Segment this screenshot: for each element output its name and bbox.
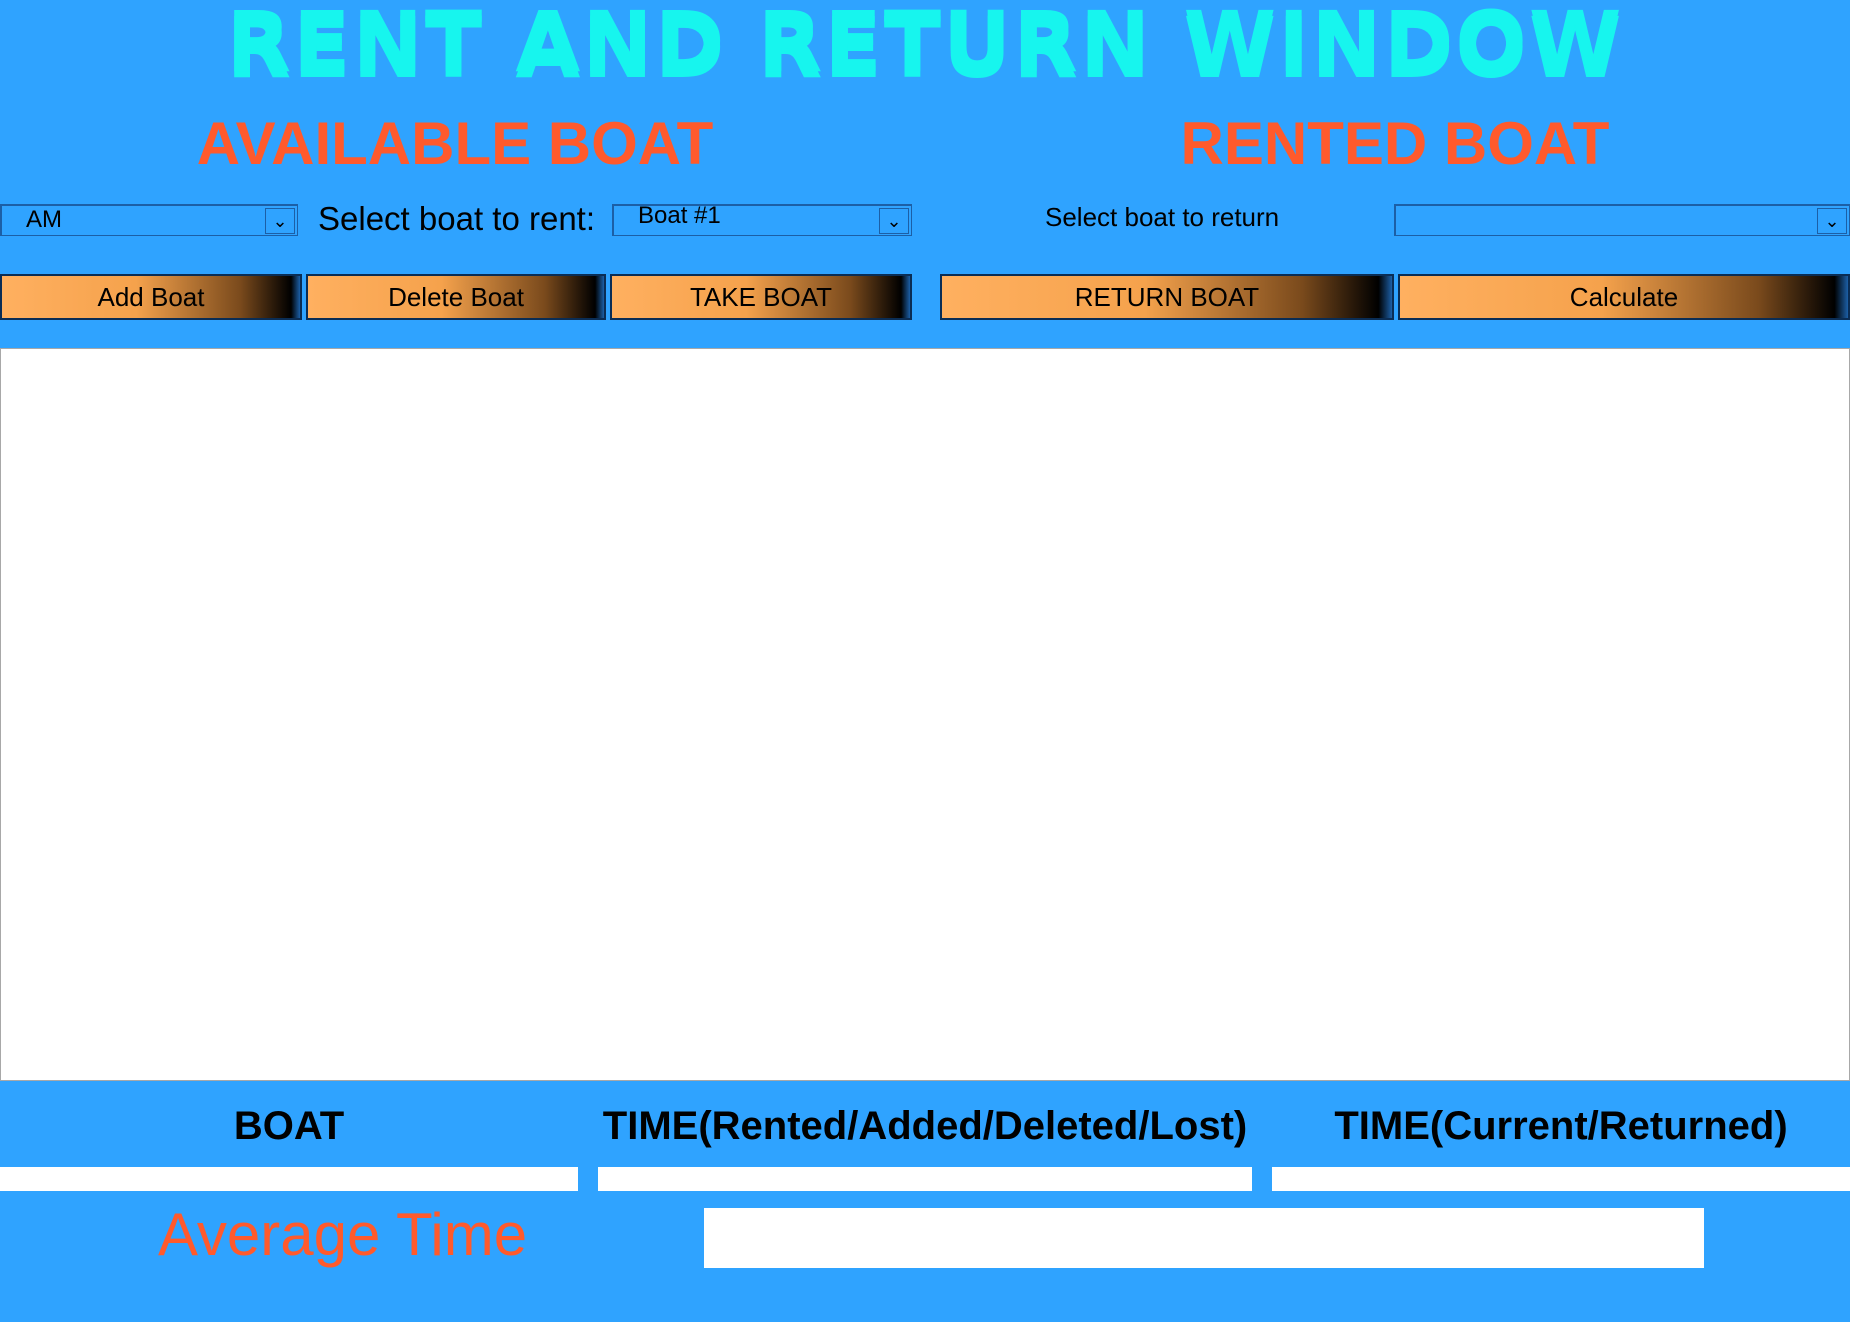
chevron-down-icon[interactable]: ⌄ [879,208,909,234]
boat-field[interactable] [0,1167,578,1191]
chevron-down-icon[interactable]: ⌄ [1817,208,1847,234]
return-boat-button[interactable]: RETURN BOAT [940,274,1394,320]
add-boat-button[interactable]: Add Boat [0,274,302,320]
time-end-column-header: TIME(Current/Returned) [1334,1104,1788,1148]
activity-log-area[interactable] [0,348,1850,1081]
window-title: RENT AND RETURN WINDOW [226,0,1624,91]
calculate-button[interactable]: Calculate [1398,274,1850,320]
rent-select-label: Select boat to rent: [318,200,596,237]
take-boat-button[interactable]: TAKE BOAT [610,274,912,320]
available-boat-heading: AVAILABLE BOAT [196,110,714,177]
return-select-label: Select boat to return [1045,202,1280,232]
delete-boat-button[interactable]: Delete Boat [306,274,606,320]
period-select-value: AM [26,206,62,233]
time-start-field[interactable] [598,1167,1252,1191]
average-time-label: Average Time [158,1201,528,1268]
time-start-column-header: TIME(Rented/Added/Deleted/Lost) [602,1104,1248,1148]
time-end-field[interactable] [1272,1167,1850,1191]
rented-boat-heading: RENTED BOAT [1180,110,1610,177]
rent-boat-select[interactable]: Boat #1 ⌄ [612,202,912,236]
return-boat-select[interactable]: ⌄ [1394,204,1850,236]
average-time-field[interactable] [704,1208,1704,1268]
boat-column-header: BOAT [233,1104,345,1148]
chevron-down-icon[interactable]: ⌄ [265,208,295,234]
rent-boat-select-value: Boat #1 [638,202,721,229]
period-select[interactable]: AM ⌄ [0,204,298,236]
